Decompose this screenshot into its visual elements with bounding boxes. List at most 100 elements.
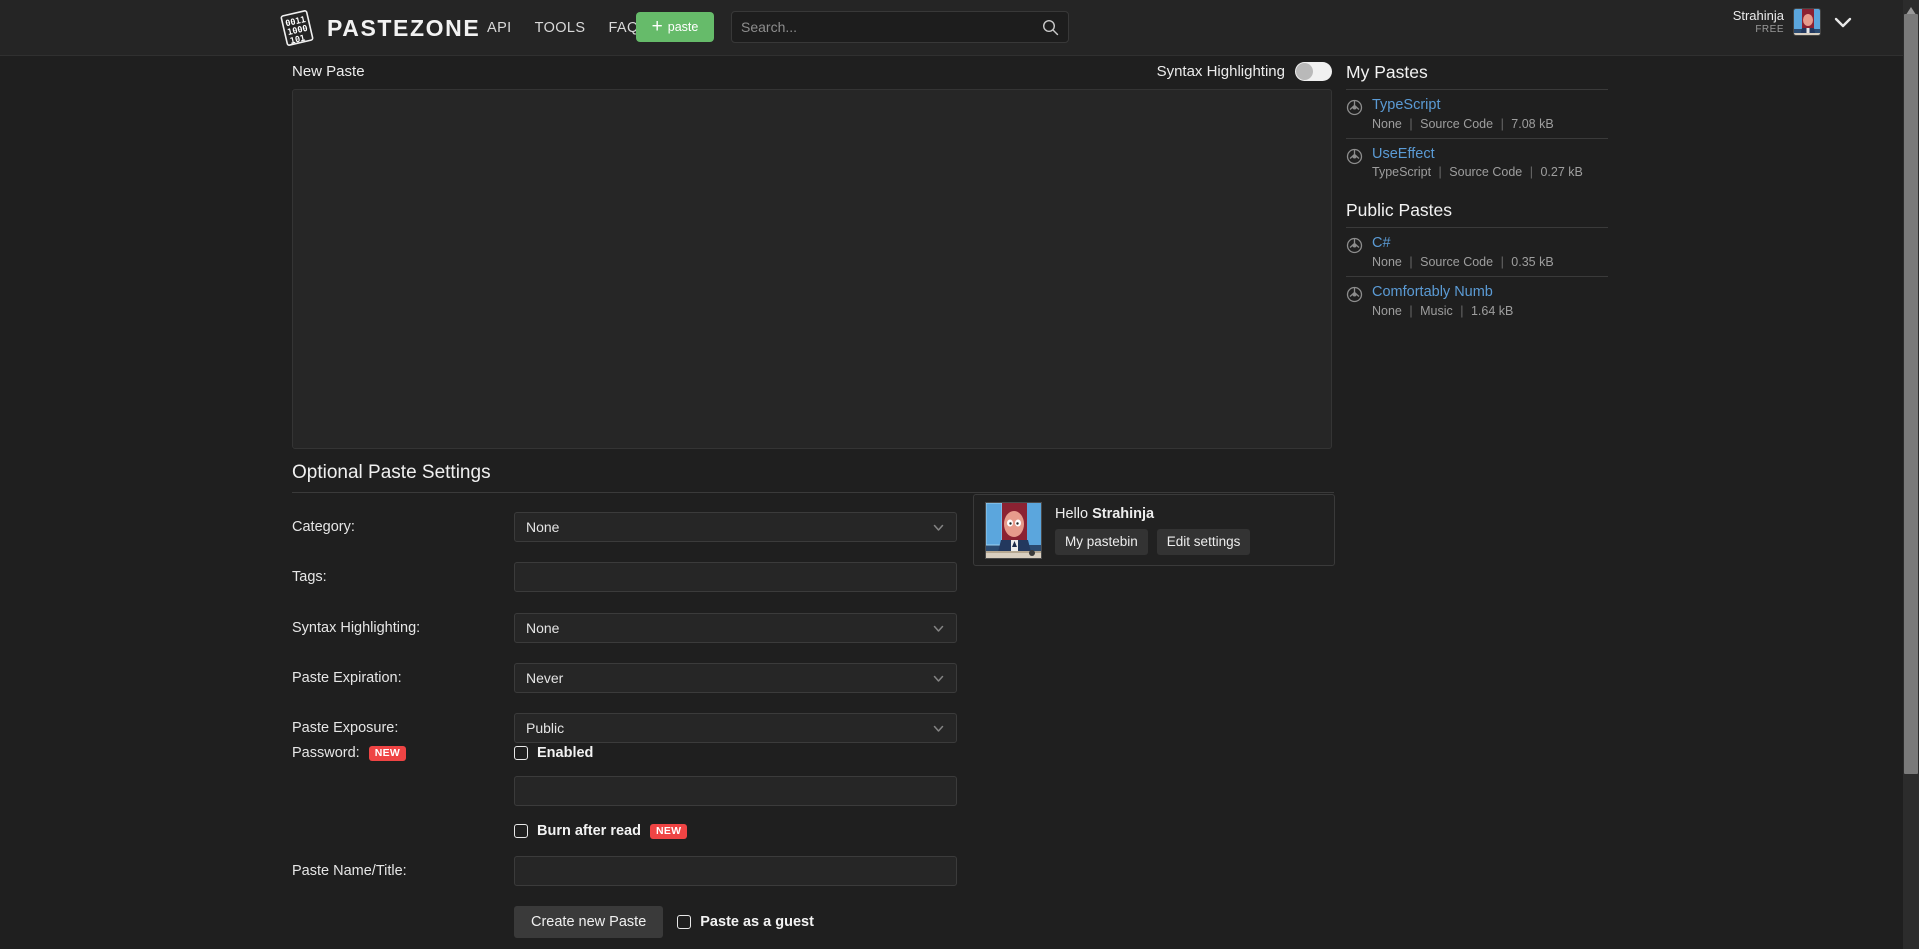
- paste-exposure-select[interactable]: Public: [514, 713, 957, 743]
- list-item[interactable]: UseEffect TypeScript | Source Code | 0.2…: [1346, 138, 1608, 187]
- list-item[interactable]: C# None | Source Code | 0.35 kB: [1346, 227, 1608, 276]
- paste-syntax: None: [1372, 304, 1402, 318]
- password-enabled-checkbox[interactable]: [514, 746, 528, 760]
- chevron-down-icon[interactable]: [1830, 9, 1856, 35]
- chevron-down-icon: [932, 722, 945, 735]
- search-box[interactable]: [731, 11, 1069, 43]
- my-pastes-heading: My Pastes: [1346, 60, 1608, 83]
- search-input[interactable]: [741, 19, 1042, 35]
- paste-as-guest-checkbox[interactable]: [677, 915, 691, 929]
- category-select[interactable]: None: [514, 512, 957, 542]
- nav-api[interactable]: API: [487, 20, 512, 36]
- row-submit: Create new Paste Paste as a guest: [292, 906, 962, 938]
- category-value: None: [526, 519, 559, 535]
- syntax-highlighting-toggle[interactable]: [1295, 62, 1332, 81]
- burn-after-read-group[interactable]: Burn after read NEW: [514, 823, 957, 839]
- syntax-highlighting-toggle-group[interactable]: Syntax Highlighting: [1157, 62, 1332, 81]
- paste-link[interactable]: TypeScript: [1372, 97, 1554, 114]
- hello-card-body: Hello Strahinja My pastebin Edit setting…: [1055, 506, 1250, 555]
- logo-text: PASTEZONE: [327, 15, 480, 42]
- password-input[interactable]: [514, 776, 957, 806]
- hello-username: Strahinja: [1092, 506, 1154, 522]
- paste-as-guest-label: Paste as a guest: [700, 914, 814, 930]
- syntax-highlighting-select-label: Syntax Highlighting:: [292, 620, 514, 636]
- new-paste-button[interactable]: + paste: [636, 12, 714, 42]
- search-icon[interactable]: [1042, 19, 1059, 36]
- paste-exposure-value: Public: [526, 720, 564, 736]
- my-pastebin-button[interactable]: My pastebin: [1055, 529, 1148, 555]
- burn-after-read-checkbox[interactable]: [514, 824, 528, 838]
- row-paste-expiration: Paste Expiration: Never: [292, 663, 962, 693]
- paste-globe-icon: [1346, 286, 1363, 303]
- paste-category: Source Code: [1449, 165, 1522, 179]
- row-burn-after-read: Burn after read NEW: [292, 823, 962, 839]
- meta-separator: |: [1409, 255, 1412, 269]
- password-new-badge: NEW: [369, 746, 406, 761]
- paste-name-input[interactable]: [514, 856, 957, 886]
- nav-faq[interactable]: FAQ: [608, 20, 638, 36]
- paste-globe-icon: [1346, 148, 1363, 165]
- list-item-body: TypeScript None | Source Code | 7.08 kB: [1372, 97, 1554, 131]
- meta-separator: |: [1501, 117, 1504, 131]
- user-menu[interactable]: Strahinja FREE: [1733, 8, 1856, 36]
- scroll-up-arrow-icon[interactable]: [1906, 2, 1916, 11]
- edit-settings-button[interactable]: Edit settings: [1157, 529, 1251, 555]
- paste-as-guest-group[interactable]: Paste as a guest: [677, 914, 814, 930]
- public-pastes-heading: Public Pastes: [1346, 198, 1608, 221]
- user-plan-badge: FREE: [1733, 24, 1784, 36]
- tags-label: Tags:: [292, 569, 514, 585]
- password-enabled-label: Enabled: [537, 745, 593, 761]
- page-scrollbar[interactable]: [1903, 0, 1919, 949]
- user-identity: Strahinja FREE: [1733, 9, 1784, 35]
- top-header: 0011 1000 101 PASTEZONE API TOOLS FAQ + …: [0, 0, 1903, 56]
- tags-input[interactable]: [514, 562, 957, 592]
- burn-after-read-label: Burn after read: [537, 823, 641, 839]
- avatar: [985, 502, 1042, 559]
- paste-meta: None | Source Code | 7.08 kB: [1372, 117, 1554, 131]
- nav-tools[interactable]: TOOLS: [535, 20, 586, 36]
- password-label-group: Password: NEW: [292, 745, 514, 761]
- main-nav: API TOOLS FAQ: [487, 20, 639, 36]
- logo[interactable]: 0011 1000 101 PASTEZONE: [277, 8, 480, 48]
- row-category: Category: None: [292, 512, 962, 542]
- burn-after-read-new-badge: NEW: [650, 824, 687, 839]
- paste-size: 7.08 kB: [1511, 117, 1553, 131]
- list-item[interactable]: TypeScript None | Source Code | 7.08 kB: [1346, 89, 1608, 138]
- page-title: New Paste: [292, 63, 365, 80]
- paste-size: 0.35 kB: [1511, 255, 1553, 269]
- syntax-highlighting-label: Syntax Highlighting: [1157, 63, 1285, 80]
- paste-link[interactable]: Comfortably Numb: [1372, 284, 1513, 301]
- chevron-down-icon: [932, 622, 945, 635]
- paste-link[interactable]: UseEffect: [1372, 146, 1583, 163]
- row-password: Password: NEW Enabled: [292, 745, 962, 761]
- binary-card-icon: 0011 1000 101: [277, 8, 317, 48]
- paste-link[interactable]: C#: [1372, 235, 1554, 252]
- paste-syntax: None: [1372, 255, 1402, 269]
- list-item[interactable]: Comfortably Numb None | Music | 1.64 kB: [1346, 276, 1608, 325]
- row-tags: Tags:: [292, 562, 962, 592]
- paste-editor[interactable]: [292, 89, 1332, 449]
- paste-expiration-label: Paste Expiration:: [292, 670, 514, 686]
- meta-separator: |: [1460, 304, 1463, 318]
- paste-size: 1.64 kB: [1471, 304, 1513, 318]
- paste-expiration-value: Never: [526, 670, 563, 686]
- paste-exposure-label: Paste Exposure:: [292, 720, 514, 736]
- paste-expiration-select[interactable]: Never: [514, 663, 957, 693]
- syntax-highlighting-select[interactable]: None: [514, 613, 957, 643]
- row-syntax-highlighting: Syntax Highlighting: None: [292, 613, 962, 643]
- paste-syntax: TypeScript: [1372, 165, 1431, 179]
- sidebar-section-public-pastes: Public Pastes C# None | Source Code | 0.…: [1346, 198, 1608, 324]
- paste-globe-icon: [1346, 99, 1363, 116]
- create-new-paste-button[interactable]: Create new Paste: [514, 906, 663, 938]
- scrollbar-thumb[interactable]: [1904, 14, 1918, 774]
- user-greeting-card: Hello Strahinja My pastebin Edit setting…: [973, 494, 1335, 566]
- avatar[interactable]: [1793, 8, 1821, 36]
- svg-text:101: 101: [289, 34, 306, 47]
- paste-textarea[interactable]: [307, 90, 1331, 448]
- list-item-body: C# None | Source Code | 0.35 kB: [1372, 235, 1554, 269]
- paste-meta: TypeScript | Source Code | 0.27 kB: [1372, 165, 1583, 179]
- settings-heading: Optional Paste Settings: [292, 462, 491, 484]
- password-enabled-group[interactable]: Enabled: [514, 745, 957, 761]
- right-sidebar: My Pastes TypeScript None | Source Code …: [1346, 60, 1608, 325]
- user-name: Strahinja: [1733, 9, 1784, 24]
